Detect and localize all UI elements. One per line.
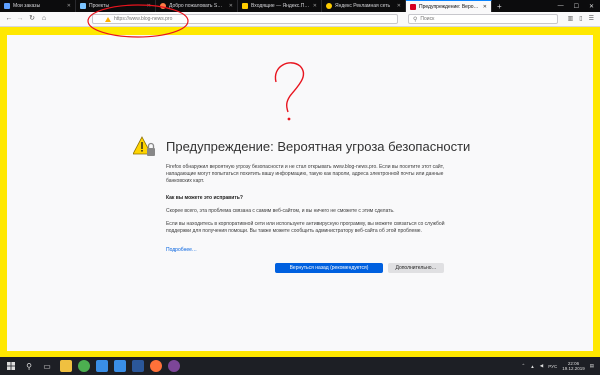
close-tab-icon[interactable]: ✕ bbox=[229, 3, 233, 9]
file-explorer-icon[interactable] bbox=[60, 360, 72, 372]
search-input[interactable] bbox=[420, 15, 541, 23]
search-icon[interactable]: ⚲ bbox=[22, 359, 36, 373]
page-title: Предупреждение: Вероятная угроза безопас… bbox=[166, 139, 471, 154]
chrome-icon[interactable] bbox=[78, 360, 90, 372]
highlight-frame: Предупреждение: Вероятная угроза безопас… bbox=[0, 27, 600, 357]
close-tab-icon[interactable]: ✕ bbox=[67, 3, 71, 9]
chevron-up-icon[interactable]: ⌃ bbox=[521, 363, 525, 369]
windows-taskbar: ⚲ ▭ ⌃ ▲ ◀ РУС 22:06 19.12.2019 ▤ bbox=[0, 357, 600, 375]
tab-label: Добро пожаловать SOFTLO… bbox=[169, 3, 226, 9]
tab-favicon-icon bbox=[80, 3, 86, 9]
tab-label: Яндекс Рекламная сеть bbox=[335, 3, 391, 9]
insecure-warning-icon[interactable] bbox=[105, 16, 111, 22]
tab-orders[interactable]: Мои заказы ✕ bbox=[0, 0, 76, 12]
tab-label: Входящие — Яндекс.Почта bbox=[251, 3, 310, 9]
close-tab-icon[interactable]: ✕ bbox=[147, 3, 151, 9]
close-tab-icon[interactable]: ✕ bbox=[397, 3, 401, 9]
yandex-icon bbox=[326, 3, 332, 9]
library-icon[interactable]: ▥ bbox=[568, 15, 574, 22]
network-icon[interactable]: ▲ bbox=[530, 364, 534, 369]
tab-favicon-icon bbox=[4, 3, 10, 9]
new-tab-button[interactable]: + bbox=[492, 0, 507, 12]
maximize-icon[interactable]: ☐ bbox=[574, 3, 579, 10]
warning-icon bbox=[133, 136, 155, 156]
reload-icon[interactable]: ↻ bbox=[28, 15, 36, 23]
tor-browser-icon[interactable] bbox=[168, 360, 180, 372]
tab-projects[interactable]: Проекты ✕ bbox=[76, 0, 156, 12]
tab-favicon-icon bbox=[160, 3, 166, 9]
fix-text-2: Если вы находитесь в корпоративной сети … bbox=[166, 221, 445, 234]
url-bar[interactable] bbox=[92, 14, 398, 24]
tab-label: Проекты bbox=[89, 3, 110, 9]
navigation-bar: ← → ↻ ⌂ ⚲ ▥ ▯ ☰ bbox=[0, 12, 600, 27]
minimize-icon[interactable]: — bbox=[558, 3, 564, 9]
task-view-icon[interactable]: ▭ bbox=[40, 359, 54, 373]
language-indicator[interactable]: РУС bbox=[548, 364, 557, 369]
system-tray: ⌃ ▲ ◀ РУС 22:06 19.12.2019 ▤ bbox=[521, 361, 600, 371]
mail-icon bbox=[242, 3, 248, 9]
toolbar-icons: ▥ ▯ ☰ bbox=[568, 15, 594, 22]
word-icon[interactable] bbox=[132, 360, 144, 372]
warning-description: Firefox обнаружил вероятную угрозу безоп… bbox=[166, 164, 444, 184]
tab-label: Предупреждение: Вероятная bbox=[419, 3, 480, 10]
tab-yandex-ads[interactable]: Яндекс Рекламная сеть ✕ bbox=[322, 0, 406, 12]
clock[interactable]: 22:06 19.12.2019 bbox=[562, 361, 585, 371]
clock-date: 19.12.2019 bbox=[562, 366, 585, 371]
fix-text-1: Скорее всего, эта проблема связана с сам… bbox=[166, 208, 395, 214]
tab-softlo[interactable]: Добро пожаловать SOFTLO… ✕ bbox=[156, 0, 238, 12]
sidebar-icon[interactable]: ▯ bbox=[579, 15, 582, 22]
mail-icon[interactable] bbox=[114, 360, 126, 372]
close-tab-icon[interactable]: ✕ bbox=[483, 4, 487, 10]
firefox-icon[interactable] bbox=[150, 360, 162, 372]
url-input[interactable] bbox=[114, 15, 314, 23]
volume-icon[interactable]: ◀ bbox=[540, 363, 543, 369]
close-window-icon[interactable]: ✕ bbox=[589, 3, 594, 10]
advanced-button[interactable]: Дополнительно… bbox=[388, 263, 444, 273]
tab-strip: Мои заказы ✕ Проекты ✕ Добро пожаловать … bbox=[0, 0, 600, 12]
forward-arrow-icon[interactable]: → bbox=[16, 15, 24, 23]
close-tab-icon[interactable]: ✕ bbox=[313, 3, 317, 9]
window-controls: — ☐ ✕ bbox=[558, 0, 600, 12]
tab-label: Мои заказы bbox=[13, 3, 41, 9]
search-icon: ⚲ bbox=[413, 16, 418, 23]
menu-icon[interactable]: ☰ bbox=[589, 15, 594, 22]
fix-heading: Как вы можете это исправить? bbox=[166, 195, 243, 201]
search-bar[interactable]: ⚲ bbox=[408, 14, 558, 24]
go-back-button[interactable]: Вернуться назад (рекомендуется) bbox=[275, 263, 383, 273]
windows-start-icon[interactable] bbox=[4, 359, 18, 373]
error-page: Предупреждение: Вероятная угроза безопас… bbox=[7, 35, 593, 351]
home-icon[interactable]: ⌂ bbox=[40, 15, 48, 23]
notifications-icon[interactable]: ▤ bbox=[590, 363, 594, 369]
learn-more-link[interactable]: Подробнее… bbox=[166, 247, 197, 253]
store-icon[interactable] bbox=[96, 360, 108, 372]
tab-warning[interactable]: Предупреждение: Вероятная ✕ bbox=[406, 0, 492, 12]
tab-yandex-mail[interactable]: Входящие — Яндекс.Почта ✕ bbox=[238, 0, 322, 12]
warning-favicon-icon bbox=[410, 3, 416, 10]
back-arrow-icon[interactable]: ← bbox=[5, 15, 13, 23]
